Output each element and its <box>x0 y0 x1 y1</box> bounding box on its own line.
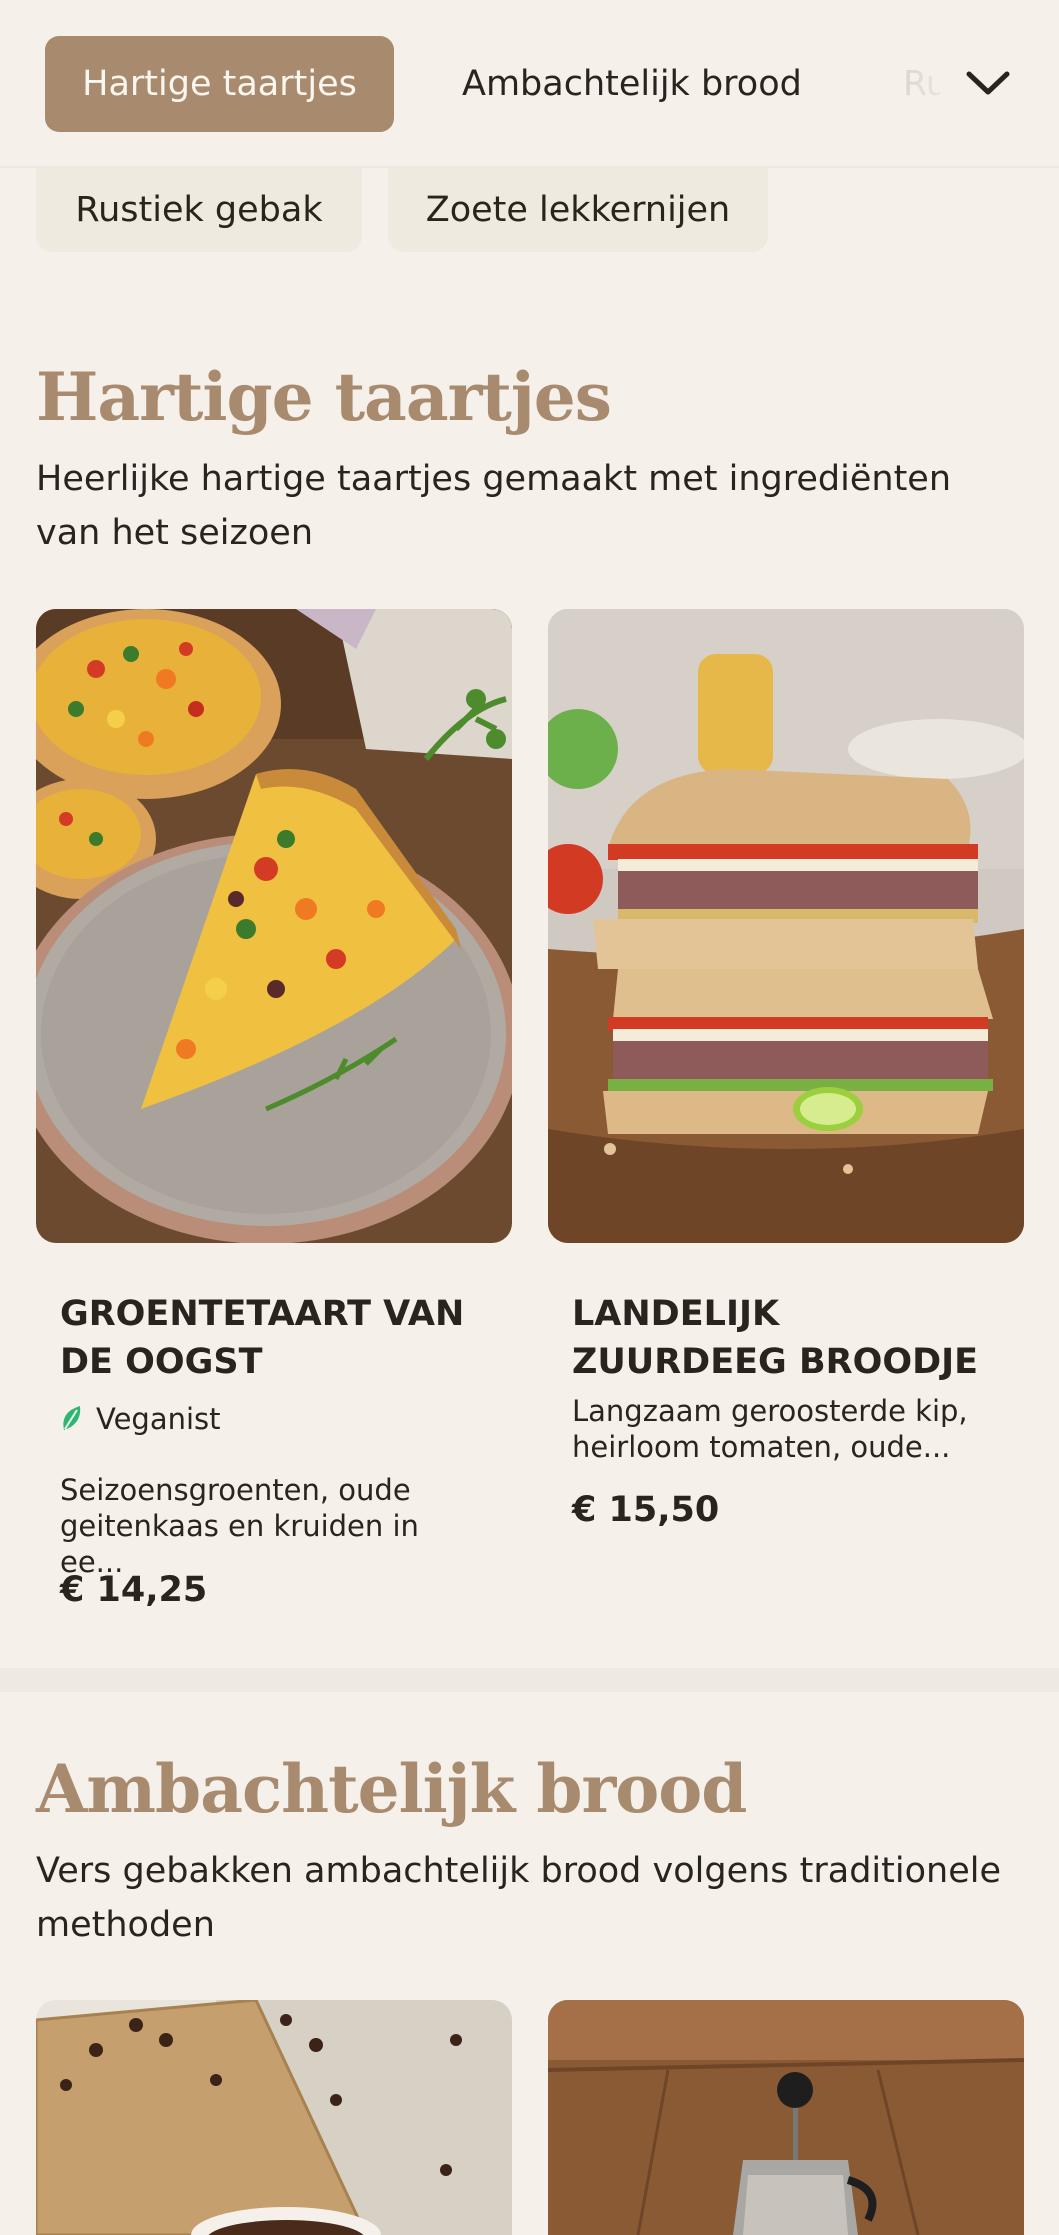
nav-fade-overlay <box>850 36 950 132</box>
chevron-down-icon <box>966 71 1010 95</box>
section-description: Heerlijke hartige taartjes gemaakt met i… <box>36 459 952 553</box>
section-title: Hartige taartjes <box>36 358 612 436</box>
section-description: Vers gebakken ambachtelijk brood volgens… <box>36 1851 1001 1945</box>
product-image-groentetaart[interactable] <box>36 609 512 1243</box>
tab-ambachtelijk-brood[interactable]: Ambachtelijk brood <box>462 36 802 132</box>
product-image-brood-2[interactable] <box>548 2000 1024 2235</box>
section-title: Ambachtelijk brood <box>36 1750 747 1828</box>
product-name[interactable]: GROENTETAART VAN DE OOGST <box>60 1290 490 1386</box>
expand-categories-button[interactable] <box>940 40 1036 126</box>
tab-hartige-taartjes[interactable]: Hartige taartjes <box>45 36 394 132</box>
product-price: € 15,50 <box>572 1490 720 1530</box>
tab-zoete-lekkernijen[interactable]: Zoete lekkernijen <box>388 168 768 252</box>
vegan-badge: Veganist <box>60 1402 221 1436</box>
category-nav: Hartige taartjes Ambachtelijk brood Ru <box>0 0 1059 168</box>
tab-rustiek-gebak[interactable]: Rustiek gebak <box>36 168 362 252</box>
product-price: € 14,25 <box>60 1570 208 1610</box>
product-image-brood-1[interactable] <box>36 2000 512 2235</box>
product-name[interactable]: LANDELIJK ZUURDEEG BROODJE <box>572 1290 1002 1386</box>
leaf-icon <box>63 1406 81 1430</box>
badge-label: Veganist <box>96 1402 221 1436</box>
product-description: Langzaam geroosterde kip, heirloom tomat… <box>572 1394 968 1464</box>
section-divider <box>0 1668 1059 1692</box>
product-image-zuurdeeg-broodje[interactable] <box>548 609 1024 1243</box>
product-description: Seizoensgroenten, oude geitenkaas en kru… <box>60 1473 419 1579</box>
